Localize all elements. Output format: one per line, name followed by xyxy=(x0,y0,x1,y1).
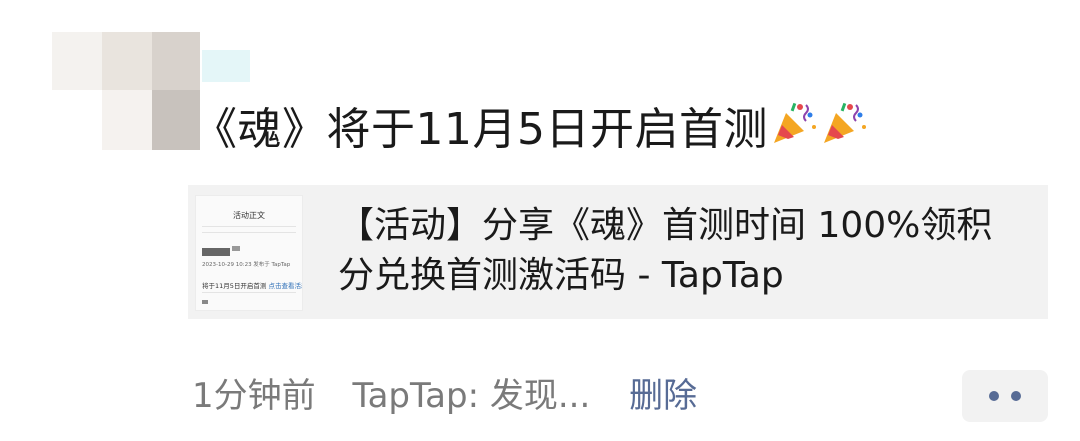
blurred-badge xyxy=(232,246,240,251)
avatar[interactable] xyxy=(52,32,250,150)
post-time: 1分钟前 xyxy=(192,376,316,416)
post-source[interactable]: TapTap: 发现... xyxy=(352,376,590,416)
thumbnail-date: 2023-10-29 10:23 发布于 TapTap xyxy=(202,262,291,268)
more-options-button[interactable] xyxy=(962,370,1048,422)
divider xyxy=(202,292,296,293)
post-meta: 1分钟前 TapTap: 发现... 删除 xyxy=(192,370,697,422)
thumbnail-icon xyxy=(202,300,208,304)
thumbnail-link: 点击查看活动 xyxy=(268,282,303,290)
party-popper-icon xyxy=(770,99,818,165)
post-text-content: 《魂》将于11月5日开启首测 xyxy=(193,104,768,155)
delete-button[interactable]: 删除 xyxy=(629,376,697,416)
more-dot-icon xyxy=(989,391,999,401)
blurred-username xyxy=(202,248,230,256)
thumbnail-text: 将于11月5日开启首测 点击查看活动 xyxy=(202,280,303,290)
more-dot-icon xyxy=(1011,391,1021,401)
divider xyxy=(202,226,296,227)
thumbnail-heading: 活动正文 xyxy=(233,211,265,220)
post-text: 《魂》将于11月5日开启首测 xyxy=(193,98,868,165)
link-title: 【活动】分享《魂》首测时间 100%领积分兑换首测激活码 - TapTap xyxy=(338,205,993,296)
shared-link-card[interactable]: 活动正文 2023-10-29 10:23 发布于 TapTap 将于11月5日… xyxy=(188,185,1048,319)
party-popper-icon xyxy=(820,99,868,165)
link-thumbnail: 活动正文 2023-10-29 10:23 发布于 TapTap 将于11月5日… xyxy=(195,195,303,311)
thumbnail-text-line: 将于11月5日开启首测 xyxy=(202,282,267,290)
divider xyxy=(202,232,296,233)
